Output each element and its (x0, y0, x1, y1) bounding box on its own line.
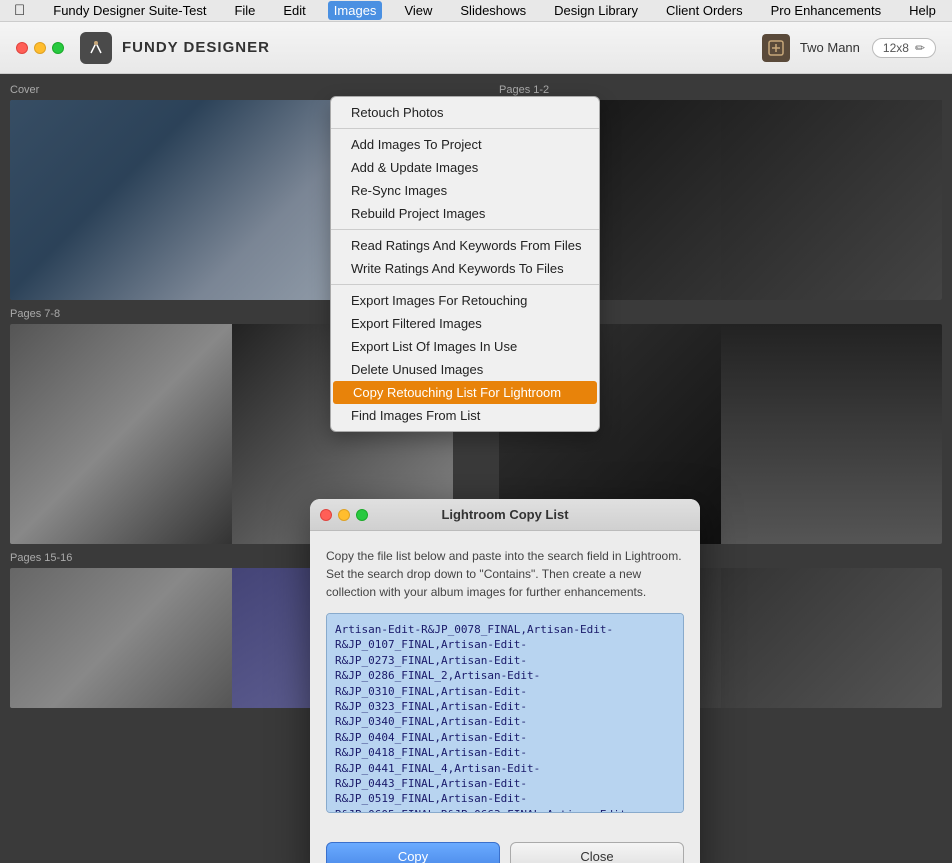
dialog-description: Copy the file list below and paste into … (326, 547, 684, 601)
menu-item-resync[interactable]: Re-Sync Images (331, 179, 599, 202)
project-name: Two Mann (800, 40, 860, 55)
menu-images[interactable]: Images (328, 1, 383, 20)
menu-slideshows[interactable]: Slideshows (454, 1, 532, 20)
menu-view[interactable]: View (398, 1, 438, 20)
pages12-label: Pages 1-2 (499, 84, 942, 96)
separator-2 (331, 229, 599, 230)
minimize-button[interactable] (34, 42, 46, 54)
apple-menu[interactable]:  (8, 0, 31, 21)
menu-item-retouch[interactable]: Retouch Photos (331, 101, 599, 124)
dialog-maximize-button[interactable] (356, 509, 368, 521)
menu-item-rebuild[interactable]: Rebuild Project Images (331, 202, 599, 225)
menu-edit[interactable]: Edit (277, 1, 311, 20)
menu-item-export-list[interactable]: Export List Of Images In Use (331, 335, 599, 358)
maximize-button[interactable] (52, 42, 64, 54)
menu-design-library[interactable]: Design Library (548, 1, 644, 20)
traffic-lights (16, 42, 64, 54)
dialog-content-textarea[interactable] (326, 613, 684, 813)
app-title: FUNDY DESIGNER (122, 39, 270, 56)
project-icon (762, 34, 790, 62)
edit-icon: ✏ (915, 41, 925, 55)
separator-1 (331, 128, 599, 129)
dialog-minimize-button[interactable] (338, 509, 350, 521)
title-bar-right: Two Mann 12x8 ✏ (762, 34, 936, 62)
menu-item-find-images[interactable]: Find Images From List (331, 404, 599, 427)
menu-file[interactable]: File (228, 1, 261, 20)
size-value: 12x8 (883, 41, 909, 55)
app-identity: FUNDY DESIGNER (80, 32, 270, 64)
cover-label: Cover (10, 84, 453, 96)
size-badge[interactable]: 12x8 ✏ (872, 38, 936, 58)
menu-client-orders[interactable]: Client Orders (660, 1, 749, 20)
close-button[interactable]: Close (510, 842, 684, 863)
dialog-title: Lightroom Copy List (441, 507, 568, 522)
menu-item-copy-retouch[interactable]: Copy Retouching List For Lightroom (333, 381, 597, 404)
menu-item-read-ratings[interactable]: Read Ratings And Keywords From Files (331, 234, 599, 257)
main-content: Cover (0, 74, 952, 863)
menu-item-export-retouch[interactable]: Export Images For Retouching (331, 289, 599, 312)
menu-app-name[interactable]: Fundy Designer Suite-Test (47, 1, 212, 20)
title-bar: FUNDY DESIGNER Two Mann 12x8 ✏ (0, 22, 952, 74)
lightroom-copy-dialog: Lightroom Copy List Copy the file list b… (310, 499, 700, 863)
menu-item-add-update[interactable]: Add & Update Images (331, 156, 599, 179)
app-icon (80, 32, 112, 64)
separator-3 (331, 284, 599, 285)
menu-bar:  Fundy Designer Suite-Test File Edit Im… (0, 0, 952, 22)
copy-button[interactable]: Copy (326, 842, 500, 863)
project-info: Two Mann (762, 34, 860, 62)
menu-pro-enhancements[interactable]: Pro Enhancements (765, 1, 888, 20)
menu-item-add-images[interactable]: Add Images To Project (331, 133, 599, 156)
dialog-body: Copy the file list below and paste into … (310, 531, 700, 832)
dialog-buttons: Copy Close (310, 832, 700, 863)
menu-item-export-filtered[interactable]: Export Filtered Images (331, 312, 599, 335)
close-button[interactable] (16, 42, 28, 54)
images-dropdown-menu: Retouch Photos Add Images To Project Add… (330, 96, 600, 432)
menu-help[interactable]: Help (903, 1, 942, 20)
menu-item-write-ratings[interactable]: Write Ratings And Keywords To Files (331, 257, 599, 280)
menu-item-delete-unused[interactable]: Delete Unused Images (331, 358, 599, 381)
dialog-titlebar: Lightroom Copy List (310, 499, 700, 531)
dialog-close-button[interactable] (320, 509, 332, 521)
dialog-traffic-lights (320, 509, 368, 521)
